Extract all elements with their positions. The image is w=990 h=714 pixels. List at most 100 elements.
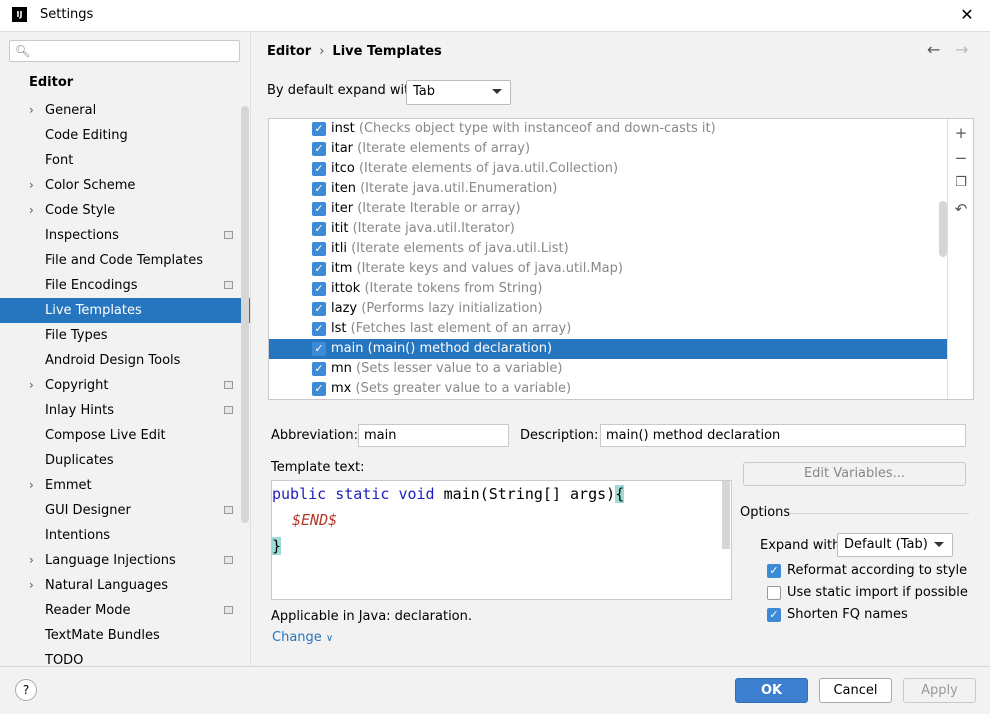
chevron-right-icon[interactable]: › [29,573,34,598]
checkbox-checked-icon[interactable]: ✓ [312,202,326,216]
sidebar-item-font[interactable]: Font [0,148,250,173]
copy-icon[interactable]: ❐ [953,175,969,191]
section-title: Editor [29,75,74,90]
edit-variables-button[interactable]: Edit Variables... [743,462,966,486]
description-field[interactable]: main() method declaration [600,424,966,447]
sidebar-item-language-injections[interactable]: › Language Injections [0,548,250,573]
checkbox-checked-icon[interactable]: ✓ [312,242,326,256]
template-row[interactable]: ✓ itit (Iterate java.util.Iterator) [269,219,949,239]
expand-default-select[interactable]: Tab [406,80,511,105]
template-text-editor[interactable]: public static void main(String[] args){ … [271,480,732,600]
checkbox-checked-icon[interactable]: ✓ [312,162,326,176]
abbreviation-field[interactable]: main [358,424,509,447]
search-icon: 🔍︎ [15,44,31,58]
sidebar-item-code-style[interactable]: › Code Style [0,198,250,223]
sidebar-item-android-design-tools[interactable]: Android Design Tools [0,348,250,373]
breadcrumb-separator: › [319,44,325,59]
checkbox-checked-icon[interactable]: ✓ [312,142,326,156]
template-row[interactable]: ✓ inst (Checks object type with instanceo… [269,119,949,139]
breadcrumb-parent[interactable]: Editor [267,44,311,59]
back-arrow-icon[interactable]: ← [927,40,940,59]
sidebar-item-live-templates[interactable]: Live Templates [0,298,250,323]
shorten-fq-label: Shorten FQ names [787,607,908,622]
sidebar-item-gui-designer[interactable]: GUI Designer [0,498,250,523]
template-row[interactable]: ✓ mx (Sets greater value to a variable) [269,379,949,399]
editor-scrollbar[interactable] [722,481,730,549]
template-row[interactable]: ✓ itco (Iterate elements of java.util.Col… [269,159,949,179]
sidebar-item-file-and-code-templates[interactable]: File and Code Templates [0,248,250,273]
sidebar-item-intentions[interactable]: Intentions [0,523,250,548]
sidebar-item-general[interactable]: › General [0,98,250,123]
template-abbreviation: lazy (Performs lazy initialization) [331,299,543,319]
template-row[interactable]: ✓ iter (Iterate Iterable or array) [269,199,949,219]
sidebar-item-color-scheme[interactable]: › Color Scheme [0,173,250,198]
chevron-down-icon [934,542,944,547]
sidebar-item-duplicates[interactable]: Duplicates [0,448,250,473]
chevron-down-icon [492,89,502,94]
checkbox-unchecked-icon[interactable] [767,586,781,600]
sidebar-item-natural-languages[interactable]: › Natural Languages [0,573,250,598]
checkbox-checked-icon[interactable]: ✓ [312,182,326,196]
checkbox-checked-icon[interactable]: ✓ [767,608,781,622]
checkbox-checked-icon[interactable]: ✓ [312,322,326,336]
sidebar-scrollbar[interactable] [241,106,249,523]
forward-arrow-icon[interactable]: → [955,40,968,59]
sidebar-item-copyright[interactable]: › Copyright [0,373,250,398]
sidebar-item-code-editing[interactable]: Code Editing [0,123,250,148]
template-description: (Fetches last element of an array) [350,321,572,336]
sidebar-item-todo[interactable]: TODO [0,648,250,666]
expand-with-select[interactable]: Default (Tab) [837,533,953,557]
list-scrollbar[interactable] [939,201,947,257]
checkbox-checked-icon[interactable]: ✓ [312,342,326,356]
chevron-right-icon[interactable]: › [29,173,34,198]
change-context-link[interactable]: Change ∨ [272,630,333,645]
options-title: Options [740,505,791,520]
sidebar-item-file-encodings[interactable]: File Encodings [0,273,250,298]
sidebar-item-inlay-hints[interactable]: Inlay Hints [0,398,250,423]
template-row[interactable]: ✓ lst (Fetches last element of an array) [269,319,949,339]
checkbox-checked-icon[interactable]: ✓ [312,282,326,296]
checkbox-checked-icon[interactable]: ✓ [312,262,326,276]
undo-icon[interactable]: ↶ [953,201,969,217]
settings-tree: › General Code Editing Font › Color Scheme › Co… [0,98,250,666]
sidebar-item-label: Code Style [45,203,116,218]
checkbox-checked-icon[interactable]: ✓ [312,302,326,316]
template-row[interactable]: ✓ itli (Iterate elements of java.util.Lis… [269,239,949,259]
template-row[interactable]: ✓ main (main() method declaration) [269,339,949,359]
help-icon[interactable]: ? [15,679,37,701]
apply-button[interactable]: Apply [903,678,976,703]
ok-button[interactable]: OK [735,678,808,703]
checkbox-checked-icon[interactable]: ✓ [312,122,326,136]
checkbox-checked-icon[interactable]: ✓ [312,362,326,376]
sidebar-item-compose-live-edit[interactable]: Compose Live Edit [0,423,250,448]
template-row[interactable]: ✓ ittok (Iterate tokens from String) [269,279,949,299]
cancel-button[interactable]: Cancel [819,678,892,703]
template-row[interactable]: ✓ itar (Iterate elements of array) [269,139,949,159]
template-row[interactable]: ✓ iten (Iterate java.util.Enumeration) [269,179,949,199]
template-abbr-text: itit [331,221,349,236]
sidebar-item-textmate-bundles[interactable]: TextMate Bundles [0,623,250,648]
search-field[interactable]: 🔍︎ [9,40,240,62]
add-icon[interactable]: + [953,125,969,141]
chevron-right-icon[interactable]: › [29,548,34,573]
sidebar-item-inspections[interactable]: Inspections [0,223,250,248]
expand-default-value: Tab [413,84,436,99]
chevron-right-icon[interactable]: › [29,473,34,498]
chevron-right-icon[interactable]: › [29,373,34,398]
search-input[interactable] [34,43,238,61]
sidebar-item-reader-mode[interactable]: Reader Mode [0,598,250,623]
checkbox-checked-icon[interactable]: ✓ [767,564,781,578]
template-abbreviation: itit (Iterate java.util.Iterator) [331,219,515,239]
checkbox-checked-icon[interactable]: ✓ [312,382,326,396]
template-row[interactable]: ✓ mn (Sets lesser value to a variable) [269,359,949,379]
sidebar-item-file-types[interactable]: File Types [0,323,250,348]
chevron-right-icon[interactable]: › [29,198,34,223]
sidebar-item-emmet[interactable]: › Emmet [0,473,250,498]
sidebar-item-label: Duplicates [45,453,114,468]
remove-icon[interactable]: − [953,150,969,166]
close-icon[interactable]: ✕ [956,4,978,26]
checkbox-checked-icon[interactable]: ✓ [312,222,326,236]
chevron-right-icon[interactable]: › [29,98,34,123]
template-row[interactable]: ✓ lazy (Performs lazy initialization) [269,299,949,319]
template-row[interactable]: ✓ itm (Iterate keys and values of java.ut… [269,259,949,279]
